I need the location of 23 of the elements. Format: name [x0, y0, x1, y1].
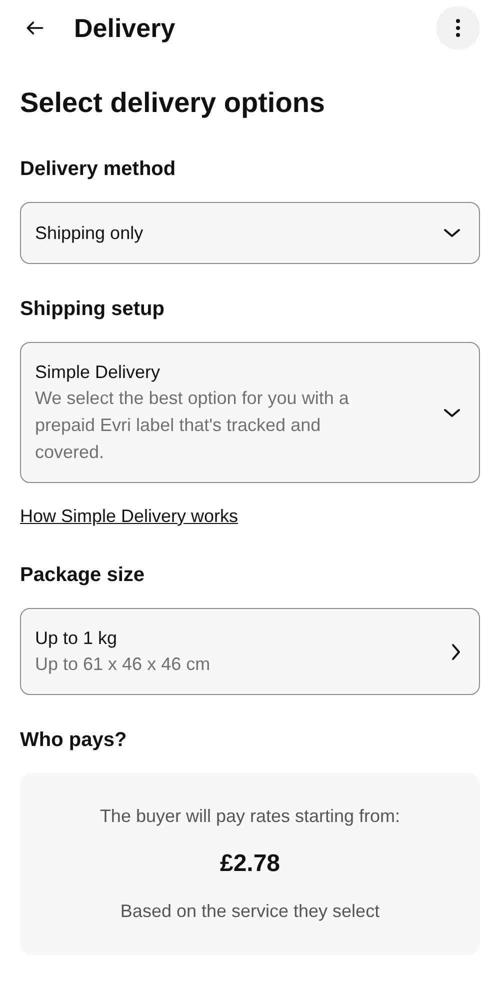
- info-note: Based on the service they select: [120, 900, 380, 923]
- header-title: Delivery: [74, 12, 176, 44]
- chevron-down-icon: [443, 408, 461, 418]
- chevron-right-icon: [451, 642, 461, 660]
- section-heading: Delivery method: [20, 157, 177, 182]
- section-heading: Package size: [20, 563, 146, 588]
- field-description: We select the best option for you with a prepaid Evri label that's tracked and covered.: [35, 387, 350, 464]
- more-options-button[interactable]: [436, 6, 480, 50]
- chevron-down-icon: [443, 228, 461, 238]
- select-field[interactable]: Shipping only: [20, 202, 480, 264]
- select-field[interactable]: Up to 1 kg Up to 61 x 46 x 46 cm: [20, 608, 480, 695]
- page-title: Select delivery options: [20, 86, 326, 120]
- field-description: Up to 61 x 46 x 46 cm: [35, 653, 212, 676]
- field-value: Shipping only: [35, 222, 144, 245]
- field-value: Up to 1 kg: [35, 627, 118, 650]
- field-value: Simple Delivery: [35, 361, 162, 384]
- section-heading: Who pays?: [20, 728, 128, 753]
- price-text: £2.78: [220, 849, 280, 879]
- more-options-icon: [455, 18, 461, 38]
- help-link[interactable]: How Simple Delivery works: [20, 503, 238, 530]
- select-field[interactable]: Simple Delivery We select the best option for you with a prepaid Evri label that's tracked and covered.: [20, 342, 480, 483]
- info-text: The buyer will pay rates starting from:: [100, 805, 400, 828]
- section-heading: Shipping setup: [20, 297, 166, 322]
